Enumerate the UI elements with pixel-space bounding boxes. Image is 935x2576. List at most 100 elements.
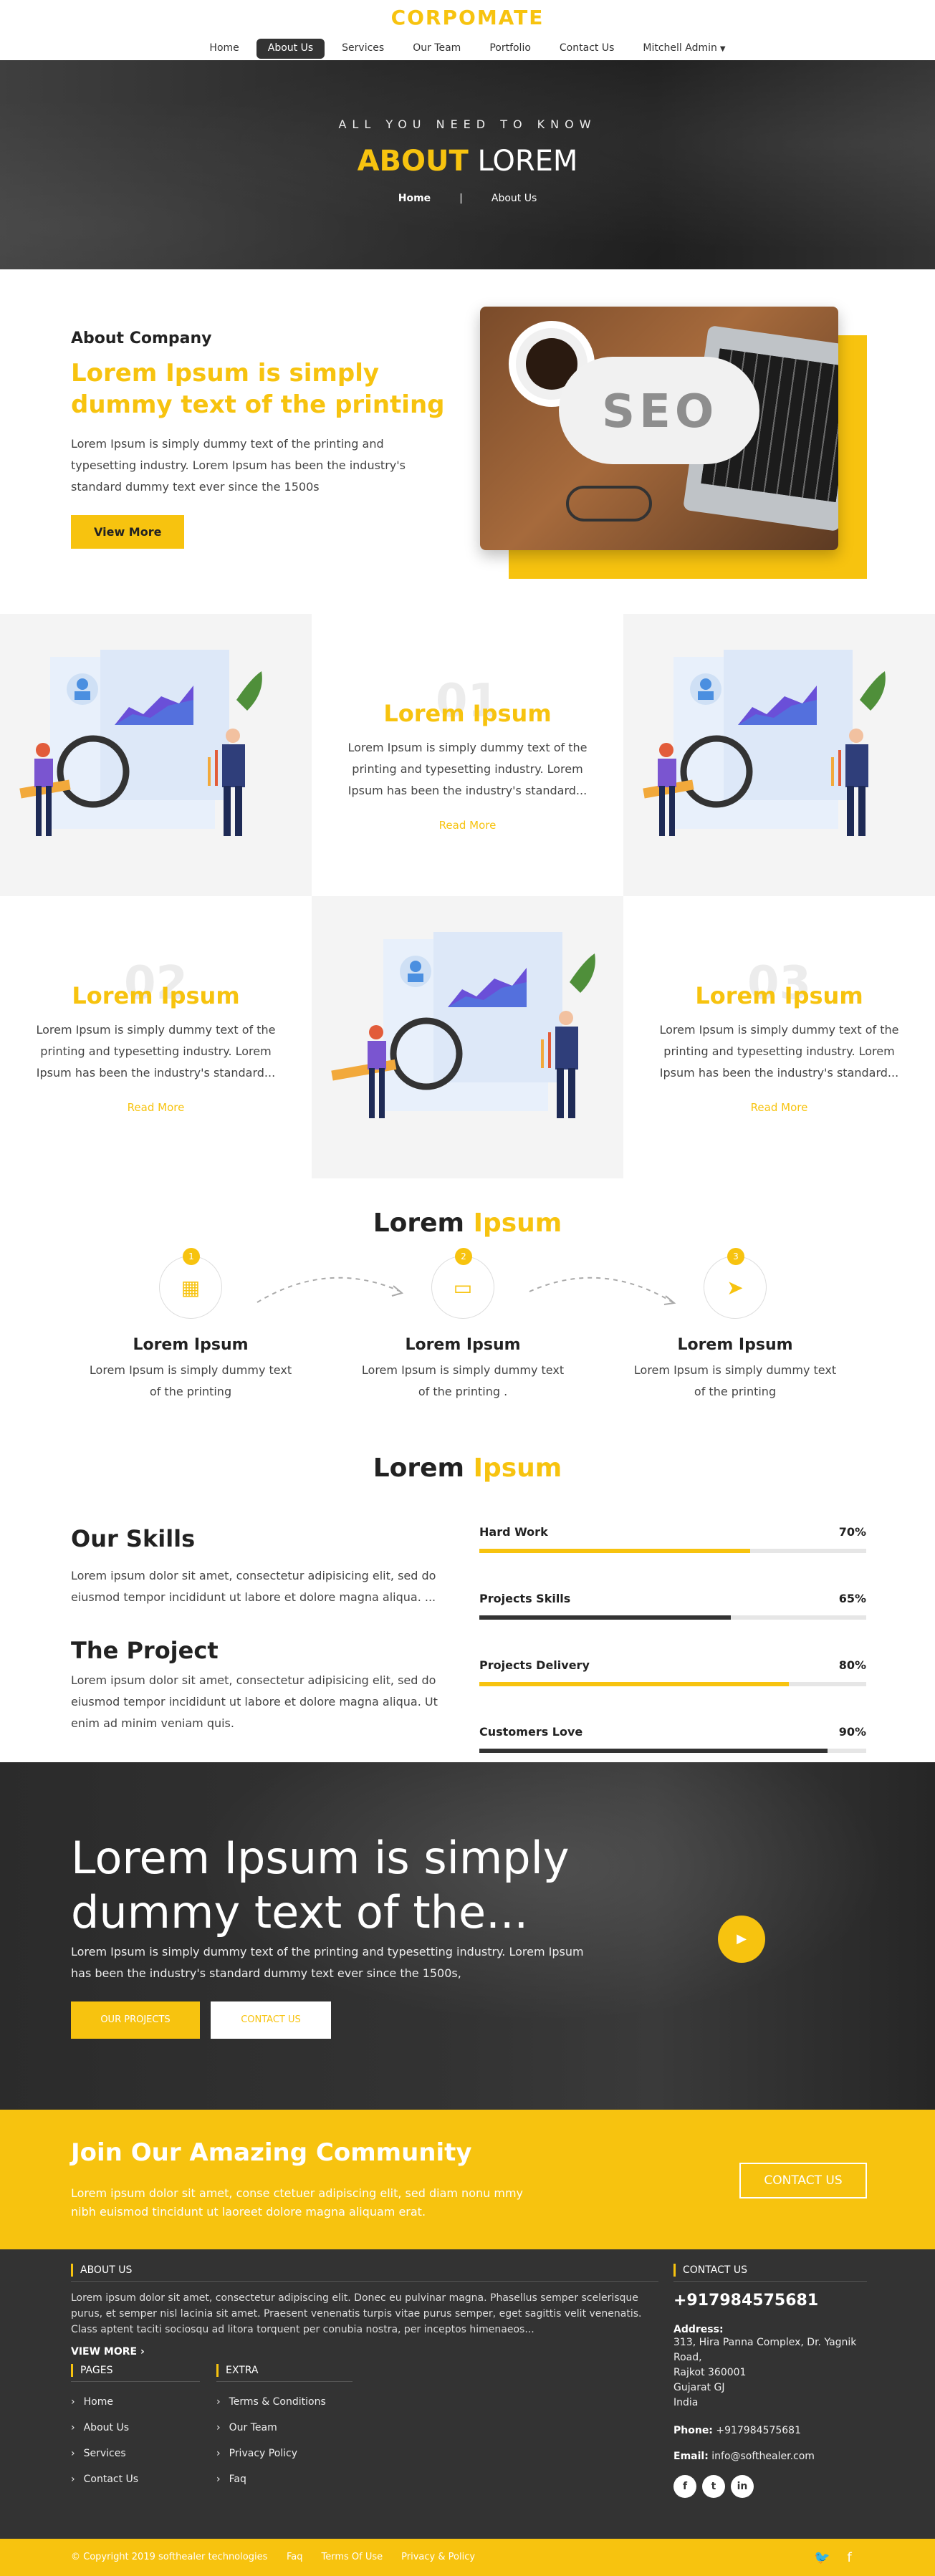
step-body: Lorem Ipsum is simply dummy text of the …: [633, 1363, 837, 1398]
view-more-button[interactable]: View More: [71, 515, 185, 549]
nav-portfolio[interactable]: Portfolio: [478, 39, 542, 59]
footer-link-contact-us[interactable]: Contact Us: [71, 2474, 200, 2485]
process-step: 2 ▭ Lorem Ipsum Lorem Ipsum is simply dum…: [355, 1248, 570, 1403]
skill-bar: Projects Skills 65%: [479, 1592, 866, 1620]
promo-body: Lorem Ipsum is simply dummy text of the …: [71, 1945, 584, 1980]
process-title-dark: Lorem: [373, 1208, 474, 1238]
community-body: Lorem ipsum dolor sit amet, conse ctetue…: [71, 2186, 523, 2219]
step-badge: 3: [727, 1248, 744, 1265]
footer-link-home[interactable]: Home: [71, 2396, 200, 2408]
site-logo[interactable]: CORPOMATE: [0, 6, 935, 30]
step-title: Lorem Ipsum: [405, 1336, 521, 1354]
hero-tagline: ALL YOU NEED TO KNOW: [338, 117, 597, 131]
footer-contact-header: CONTACT US: [673, 2264, 867, 2282]
address-label: Address:: [673, 2324, 724, 2335]
copyright: © Copyright 2019 softhealer technologies: [71, 2552, 268, 2562]
twitter-icon[interactable]: 🐦: [814, 2550, 830, 2565]
step-circle: 2 ▭: [431, 1248, 494, 1319]
analytics-illustration: [19, 650, 262, 836]
skill-label: Customers Love: [479, 1725, 583, 1739]
calendar-icon: ▦: [181, 1275, 201, 1299]
phone-value[interactable]: +917984575681: [716, 2425, 801, 2436]
project-heading: The Project: [71, 1637, 219, 1664]
caret-down-icon: ▼: [719, 45, 726, 53]
footer-pages-list: Home About Us Services Contact Us: [71, 2396, 200, 2485]
breadcrumb-home[interactable]: Home: [398, 193, 431, 204]
read-more-link[interactable]: Read More: [29, 1101, 283, 1114]
promo-banner: Lorem Ipsum is simply dummy text of the.…: [0, 1762, 935, 2110]
play-icon[interactable]: ▶: [718, 1916, 765, 1963]
analytics-illustration: [331, 932, 595, 1118]
our-skills-body: Lorem ipsum dolor sit amet, consectetur …: [71, 1569, 436, 1604]
folder-icon: ▭: [453, 1275, 473, 1299]
nav-our-team[interactable]: Our Team: [401, 39, 472, 59]
paper-plane-icon: ➤: [727, 1275, 744, 1299]
footer-link-terms[interactable]: Terms & Conditions: [216, 2396, 353, 2408]
facebook-icon[interactable]: f: [673, 2475, 696, 2498]
analytics-illustration: [643, 650, 886, 836]
skills-text: Our Skills Lorem ipsum dolor sit amet, c…: [71, 1525, 458, 1734]
linkedin-icon[interactable]: in: [731, 2475, 754, 2498]
site-header: CORPOMATE Home About Us Services Our Tea…: [0, 0, 935, 60]
contact-us-button[interactable]: CONTACT US: [211, 2001, 331, 2039]
address-line: India: [673, 2397, 699, 2408]
page-hero: ALL YOU NEED TO KNOW ABOUT LOREM Home | …: [0, 60, 935, 269]
process-section: Lorem Ipsum 1 ▦ Lorem Ipsum Lorem Ipsum i…: [0, 1178, 935, 1453]
twitter-icon[interactable]: t: [702, 2475, 725, 2498]
footer-link-faq[interactable]: Faq: [216, 2474, 353, 2485]
email-value[interactable]: info@softhealer.com: [711, 2451, 815, 2462]
skill-fill: [479, 1682, 789, 1686]
skills-title: Lorem Ipsum: [0, 1453, 935, 1483]
bottom-link-privacy[interactable]: Privacy & Policy: [401, 2552, 475, 2562]
hero-title-highlight: ABOUT: [357, 145, 469, 178]
feature-title: Lorem Ipsum: [72, 982, 240, 1009]
community-contact-button[interactable]: CONTACT US: [739, 2163, 867, 2198]
about-company-section: About Company Lorem Ipsum is simply dumm…: [0, 269, 935, 614]
footer-view-more-link[interactable]: VIEW MORE ›: [71, 2346, 658, 2358]
footer-pages-header: PAGES: [71, 2364, 200, 2382]
footer-phone-big[interactable]: +917984575681: [673, 2292, 867, 2310]
feature-card-3: 03 Lorem Ipsum Lorem Ipsum is simply dum…: [623, 896, 935, 1178]
facebook-icon[interactable]: f: [847, 2550, 851, 2565]
footer-about-body: Lorem ipsum dolor sit amet, consectetur …: [71, 2292, 642, 2335]
feature-text: Lorem Ipsum Lorem Ipsum is simply dummy …: [0, 982, 312, 1114]
our-projects-button[interactable]: OUR PROJECTS: [71, 2001, 200, 2039]
skill-fill: [479, 1615, 731, 1620]
footer-email-line: Email: info@softhealer.com: [673, 2451, 867, 2462]
feature-title: Lorem Ipsum: [695, 982, 863, 1009]
skill-track: [479, 1749, 866, 1753]
footer-link-about-us[interactable]: About Us: [71, 2422, 200, 2433]
footer-link-services[interactable]: Services: [71, 2448, 200, 2459]
skill-bar: Hard Work 70%: [479, 1525, 866, 1553]
footer-about-title: ABOUT US: [71, 2264, 658, 2277]
bottom-link-terms[interactable]: Terms Of Use: [322, 2552, 383, 2562]
feature-text: Lorem Ipsum Lorem Ipsum is simply dummy …: [623, 982, 935, 1114]
skill-value: 80%: [838, 1658, 866, 1672]
footer-link-our-team[interactable]: Our Team: [216, 2422, 353, 2433]
footer-about-header: ABOUT US: [71, 2264, 658, 2282]
nav-contact-us[interactable]: Contact Us: [548, 39, 625, 59]
footer-extra-list: Terms & Conditions Our Team Privacy Poli…: [216, 2396, 353, 2485]
user-name: Mitchell Admin: [643, 42, 717, 54]
step-badge: 1: [183, 1248, 200, 1265]
feature-illustration-1: [0, 614, 312, 896]
nav-services[interactable]: Services: [330, 39, 395, 59]
nav-user-menu[interactable]: Mitchell Admin ▼: [631, 39, 737, 59]
footer-phone-line: Phone: +917984575681: [673, 2425, 867, 2436]
feature-body: Lorem Ipsum is simply dummy text of the …: [659, 1023, 899, 1080]
nav-about-us[interactable]: About Us: [256, 39, 325, 59]
read-more-link[interactable]: Read More: [340, 819, 595, 832]
step-title: Lorem Ipsum: [677, 1336, 793, 1354]
feature-illustration-2: [623, 614, 935, 896]
nav-home[interactable]: Home: [198, 39, 250, 59]
email-label: Email:: [673, 2451, 709, 2462]
step-circle: 1 ▦: [159, 1248, 222, 1319]
read-more-link[interactable]: Read More: [652, 1101, 906, 1114]
address-line: Gujarat GJ: [673, 2382, 725, 2393]
footer-link-privacy[interactable]: Privacy Policy: [216, 2448, 353, 2459]
feature-illustration-3: [312, 896, 623, 1178]
bottom-link-faq[interactable]: Faq: [287, 2552, 303, 2562]
skill-value: 65%: [838, 1592, 866, 1605]
breadcrumb: Home | About Us: [0, 193, 935, 204]
seo-text: SEO: [602, 385, 719, 438]
